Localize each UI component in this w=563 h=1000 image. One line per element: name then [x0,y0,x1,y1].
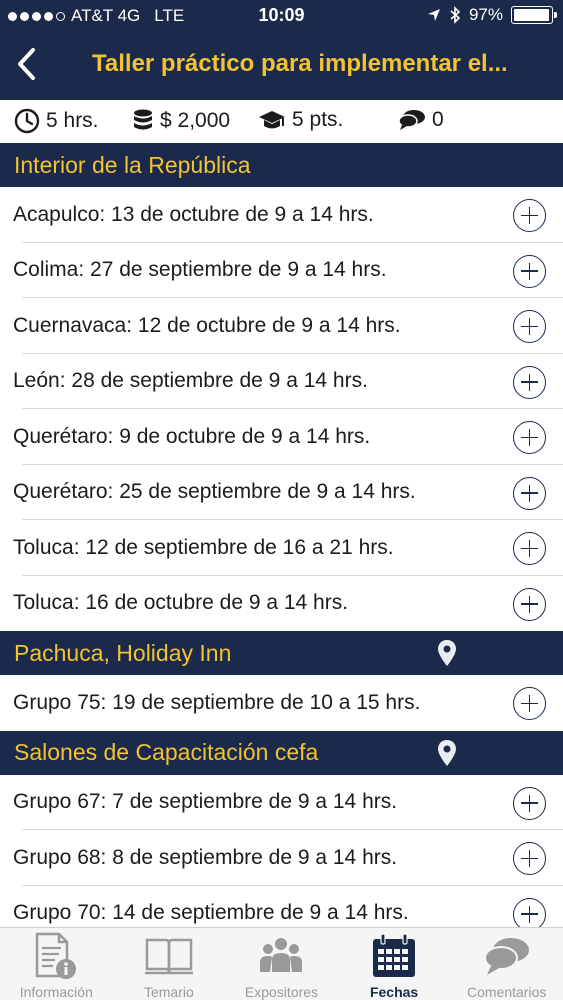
section-title: Salones de Capacitación cefa [14,739,319,765]
comments-count: 0 [432,108,444,131]
add-circle-icon[interactable] [513,254,546,288]
coins-stack-icon [134,109,152,130]
map-pin-icon[interactable] [437,739,457,767]
status-right: 97% [427,5,557,25]
list-item[interactable]: Acapulco: 13 de octubre de 9 a 14 hrs. [0,187,563,243]
open-book-icon [143,932,195,980]
dates-list[interactable]: Interior de la República Acapulco: 13 de… [0,143,563,927]
list-item[interactable]: Grupo 70: 14 de septiembre de 9 a 14 hrs… [0,886,563,927]
points-value: 5 pts. [292,108,344,131]
tab-temario[interactable]: Temario [113,928,226,1000]
battery-icon [511,6,557,24]
tab-bar: Información Temario Expositores Fechas C… [0,927,563,1000]
add-circle-icon[interactable] [513,587,546,621]
chevron-left-icon [18,48,35,80]
list-item[interactable]: Toluca: 12 de septiembre de 16 a 21 hrs. [0,520,563,576]
add-circle-icon[interactable] [513,687,546,720]
list-item[interactable]: Toluca: 16 de octubre de 9 a 14 hrs. [0,576,563,632]
list-item-label: Toluca: 16 de octubre de 9 a 14 hrs. [13,591,349,615]
price-info: $ 2,000 [132,108,230,134]
tab-label: Información [19,984,93,1000]
comments-info: 0 [398,108,444,132]
add-circle-icon[interactable] [513,476,546,510]
list-item[interactable]: Grupo 68: 8 de septiembre de 9 a 14 hrs. [0,830,563,886]
battery-fill [514,9,549,21]
tab-label: Comentarios [466,984,547,1000]
section-title: Pachuca, Holiday Inn [14,639,232,666]
list-item-label: Grupo 68: 8 de septiembre de 9 a 14 hrs. [13,845,398,869]
list-item-label: Grupo 70: 14 de septiembre de 9 a 14 hrs… [13,901,409,925]
location-arrow-icon [427,9,440,21]
chat-bubbles-icon [481,932,533,980]
tab-comentarios[interactable]: Comentarios [450,928,563,1000]
document-info-icon [30,932,82,980]
graduation-cap-icon [259,111,285,129]
add-circle-icon[interactable] [513,365,546,399]
clock-icon [14,108,40,134]
tab-label: Expositores [244,984,319,1000]
top-bar: AT&T 4G LTE 10:09 97% Taller práctico pa… [0,0,563,100]
add-circle-icon[interactable] [513,532,546,565]
add-circle-icon[interactable] [513,786,546,820]
tab-label: Fechas [369,984,419,1000]
bluetooth-icon [450,6,461,24]
list-item-label: Querétaro: 25 de septiembre de 9 a 14 hr… [13,480,416,504]
back-button[interactable] [6,44,46,84]
add-circle-icon[interactable] [513,842,546,875]
list-item-label: Grupo 75: 19 de septiembre de 10 a 15 hr… [13,690,421,714]
section-title: Interior de la República [14,151,251,178]
add-circle-icon[interactable] [513,199,546,232]
price-value: $ 2,000 [160,109,231,132]
list-item[interactable]: Querétaro: 25 de septiembre de 9 a 14 hr… [0,465,563,521]
list-item[interactable]: León: 28 de septiembre de 9 a 14 hrs. [0,354,563,410]
group-people-icon [255,932,307,980]
list-item[interactable]: Grupo 75: 19 de septiembre de 10 a 15 hr… [0,675,563,731]
section-header: Pachuca, Holiday Inn [0,631,563,675]
list-item-label: Grupo 67: 7 de septiembre de 9 a 14 hrs. [13,790,398,814]
add-circle-icon[interactable] [513,421,546,454]
nav-bar: Taller práctico para implementar el... [0,32,563,100]
list-item[interactable]: Colima: 27 de septiembre de 9 a 14 hrs. [0,243,563,299]
points-info: 5 pts. [258,108,343,132]
list-item-label: Acapulco: 13 de octubre de 9 a 14 hrs. [13,202,374,226]
add-circle-icon[interactable] [513,310,546,343]
status-bar: AT&T 4G LTE 10:09 97% [0,0,563,32]
tab-expositores[interactable]: Expositores [225,928,338,1000]
list-item-label: León: 28 de septiembre de 9 a 14 hrs. [13,369,368,393]
section-header: Interior de la República [0,143,563,187]
list-item-label: Toluca: 12 de septiembre de 16 a 21 hrs. [13,535,394,559]
section-header: Salones de Capacitación cefa [0,730,563,775]
list-item-label: Colima: 27 de septiembre de 9 a 14 hrs. [13,258,387,282]
list-item[interactable]: Querétaro: 9 de octubre de 9 a 14 hrs. [0,409,563,465]
page-title: Taller práctico para implementar el... [92,50,508,77]
tab-label: Temario [143,984,194,1000]
course-info-strip: 5 hrs. $ 2,000 5 pts. 0 [0,100,563,143]
battery-percent: 97% [468,5,503,24]
add-circle-icon[interactable] [513,897,546,927]
tab-fechas[interactable]: Fechas [338,928,451,1000]
list-item-label: Querétaro: 9 de octubre de 9 a 14 hrs. [13,424,371,448]
duration-value: 5 hrs. [46,109,99,132]
list-item[interactable]: Cuernavaca: 12 de octubre de 9 a 14 hrs. [0,298,563,354]
list-item[interactable]: Grupo 67: 7 de septiembre de 9 a 14 hrs. [0,775,563,831]
map-pin-icon[interactable] [437,639,457,667]
chat-bubbles-icon [398,110,425,130]
duration-info: 5 hrs. [14,108,99,134]
list-item-label: Cuernavaca: 12 de octubre de 9 a 14 hrs. [13,313,401,337]
tab-informacion[interactable]: Información [0,928,113,1000]
calendar-icon [368,932,420,980]
